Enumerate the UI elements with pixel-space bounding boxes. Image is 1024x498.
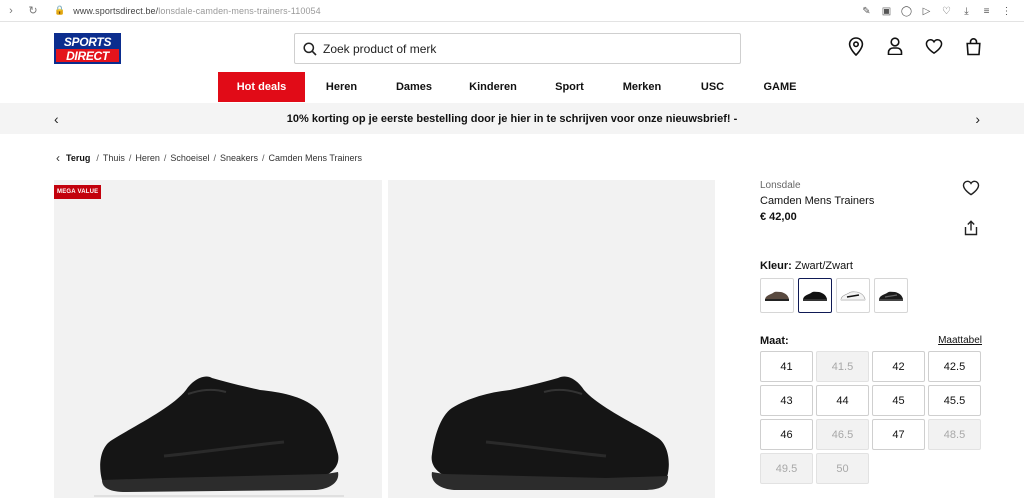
size-option-unavailable: 50 [816, 453, 869, 484]
share-icon[interactable] [964, 220, 978, 241]
url-domain: www.sportsdirect.be/ [73, 5, 159, 16]
color-swatch-selected[interactable] [798, 278, 832, 313]
color-swatches [760, 278, 982, 313]
shoe-thumbnail-icon [803, 291, 827, 301]
more-icon[interactable]: ⋮ [1001, 6, 1012, 17]
breadcrumb-item[interactable]: Schoeisel [170, 153, 209, 163]
promo-prev-icon[interactable]: ‹ [54, 111, 59, 127]
add-to-wishlist-icon[interactable] [962, 180, 980, 201]
address-bar[interactable]: www.sportsdirect.be/lonsdale-camden-mens… [73, 6, 321, 16]
breadcrumb: ‹ Terug / Thuis / Heren / Schoeisel / Sn… [56, 151, 362, 165]
camera-icon[interactable]: ▣ [881, 6, 892, 17]
size-option[interactable]: 42.5 [928, 351, 981, 382]
nav-hot-deals[interactable]: Hot deals [218, 72, 305, 102]
mega-value-badge: MEGA VALUE [54, 185, 102, 199]
product-info: Lonsdale Camden Mens Trainers € 42,00 Kl… [760, 178, 982, 484]
size-option[interactable]: 42 [872, 351, 925, 382]
breadcrumb-item[interactable]: Thuis [103, 153, 125, 163]
shoe-thumbnail-icon [765, 291, 789, 301]
shoe-thumbnail-icon [879, 291, 903, 301]
size-option[interactable]: 41 [760, 351, 813, 382]
size-option[interactable]: 47 [872, 419, 925, 450]
color-swatch[interactable] [760, 278, 794, 313]
product-image-2[interactable] [388, 180, 715, 498]
url-path: lonsdale-camden-mens-trainers-110054 [158, 5, 321, 16]
shoe-image-left [94, 376, 344, 497]
promo-text[interactable]: 10% korting op je eerste bestelling door… [287, 113, 738, 125]
store-locator-icon[interactable] [847, 35, 865, 57]
size-option[interactable]: 43 [760, 385, 813, 416]
breadcrumb-back[interactable]: Terug [66, 153, 90, 163]
search-box[interactable] [294, 33, 741, 64]
edit-icon[interactable]: ✎ [861, 6, 872, 17]
size-option[interactable]: 44 [816, 385, 869, 416]
site-header: SPORTS DIRECT [0, 22, 1024, 72]
color-selector: Kleur: Zwart/Zwart [760, 260, 982, 272]
product-brand[interactable]: Lonsdale [760, 180, 982, 191]
breadcrumb-separator: / [262, 153, 265, 163]
wishlist-icon[interactable] [925, 35, 943, 57]
breadcrumb-separator: / [163, 153, 167, 163]
size-option-unavailable: 41.5 [816, 351, 869, 382]
logo-line1: SPORTS [56, 34, 119, 49]
nav-kinderen[interactable]: Kinderen [450, 72, 536, 102]
nav-sport[interactable]: Sport [536, 72, 603, 102]
size-header: Maat: Maattabel [760, 335, 982, 347]
product-price: € 42,00 [760, 211, 797, 223]
promo-banner: ‹ 10% korting op je eerste bestelling do… [0, 103, 1024, 134]
breadcrumb-separator: / [96, 153, 99, 163]
color-swatch[interactable] [874, 278, 908, 313]
size-label: Maat: [760, 335, 789, 347]
forward-icon[interactable]: › [0, 0, 22, 22]
search-icon[interactable] [303, 41, 317, 56]
account-icon[interactable] [886, 35, 904, 57]
size-grid: 41 41.5 42 42.5 43 44 45 45.5 46 46.5 47… [760, 351, 982, 484]
breadcrumb-separator: / [213, 153, 216, 163]
nav-heren[interactable]: Heren [305, 72, 378, 102]
breadcrumb-current: Camden Mens Trainers [268, 153, 363, 163]
browser-toolbar: › ↻ 🔒 www.sportsdirect.be/lonsdale-camde… [0, 0, 1024, 22]
size-option-unavailable: 49.5 [760, 453, 813, 484]
nav-usc[interactable]: USC [681, 72, 744, 102]
size-option[interactable]: 45 [872, 385, 925, 416]
nav-merken[interactable]: Merken [603, 72, 681, 102]
promo-next-icon[interactable]: › [975, 111, 980, 127]
shoe-image-right [431, 376, 669, 490]
shoe-thumbnail-icon [840, 290, 866, 301]
header-icons [847, 35, 982, 57]
heart-icon[interactable]: ♡ [941, 6, 952, 17]
size-option[interactable]: 46 [760, 419, 813, 450]
reload-icon[interactable]: ↻ [22, 0, 44, 22]
lock-icon[interactable]: 🔒 [54, 5, 65, 16]
size-option[interactable]: 45.5 [928, 385, 981, 416]
logo-line2: DIRECT [66, 48, 109, 63]
size-guide-link[interactable]: Maattabel [938, 335, 982, 347]
download-icon[interactable]: ⤓ [961, 6, 972, 17]
breadcrumb-separator: / [128, 153, 132, 163]
nav-dames[interactable]: Dames [378, 72, 450, 102]
color-swatch[interactable] [836, 278, 870, 313]
list-icon[interactable]: ≡ [981, 6, 992, 17]
nav-game[interactable]: GAME [744, 72, 816, 102]
breadcrumb-item[interactable]: Sneakers [220, 153, 258, 163]
product-gallery: MEGA VALUE [54, 180, 715, 498]
product-name: Camden Mens Trainers [760, 195, 875, 207]
browser-actions: ✎ ▣ ◯ ▷ ♡ ⤓ ≡ ⋮ [861, 0, 1012, 22]
main-navigation: Hot deals Heren Dames Kinderen Sport Mer… [0, 72, 1024, 102]
cart-icon[interactable] [964, 35, 982, 57]
color-value: Zwart/Zwart [794, 260, 853, 272]
shield-icon[interactable]: ◯ [901, 6, 912, 17]
search-input[interactable] [323, 41, 723, 56]
size-option-unavailable: 46.5 [816, 419, 869, 450]
product-image-1[interactable]: MEGA VALUE [54, 180, 382, 498]
play-icon[interactable]: ▷ [921, 6, 932, 17]
sportsdirect-logo[interactable]: SPORTS DIRECT [54, 33, 121, 64]
color-label: Kleur: [760, 260, 792, 272]
back-chevron-icon[interactable]: ‹ [56, 151, 60, 165]
size-option-unavailable: 48.5 [928, 419, 981, 450]
breadcrumb-item[interactable]: Heren [135, 153, 160, 163]
